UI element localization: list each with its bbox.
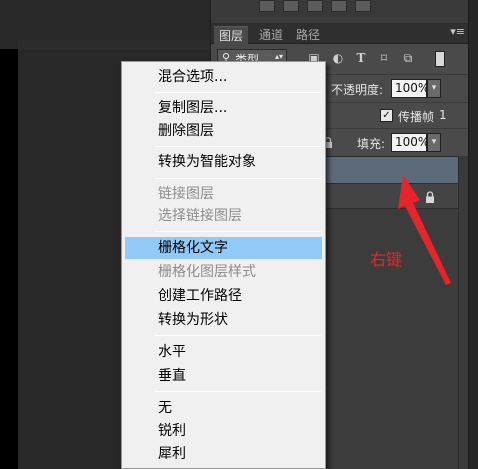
annotation-text: 右键 bbox=[370, 250, 403, 269]
menu-separator bbox=[155, 92, 321, 93]
menu-separator bbox=[155, 391, 321, 392]
menu-separator bbox=[155, 146, 321, 147]
tab-layers[interactable]: 图层 bbox=[214, 26, 249, 44]
adjustment-button[interactable] bbox=[283, 0, 299, 12]
menu-item-convert-to-smart-object[interactable]: 转换为智能对象 bbox=[125, 151, 322, 173]
menu-item-antialias-crisp[interactable]: 犀利 bbox=[125, 443, 322, 465]
menu-item-rasterize-type[interactable]: 栅格化文字 bbox=[125, 237, 322, 259]
menu-separator bbox=[155, 231, 321, 232]
fill-dropdown-icon[interactable]: ▾ bbox=[427, 133, 441, 152]
fill-input[interactable]: 100% bbox=[391, 133, 429, 152]
menu-item-rasterize-layer-style: 栅格化图层样式 bbox=[158, 264, 256, 280]
fill-label: 填充: bbox=[357, 137, 386, 151]
opacity-dropdown-icon[interactable]: ▾ bbox=[427, 79, 441, 98]
menu-item-horizontal[interactable]: 水平 bbox=[125, 341, 322, 363]
tab-paths[interactable]: 路径 bbox=[291, 26, 325, 44]
menu-item-link-layers: 链接图层 bbox=[158, 186, 214, 202]
tab-channels[interactable]: 通道 bbox=[254, 26, 288, 44]
propagate-frame-number: 1 bbox=[439, 108, 447, 122]
adjustment-button[interactable] bbox=[307, 0, 323, 12]
menu-item-vertical[interactable]: 垂直 bbox=[125, 365, 322, 387]
type-filter-icon[interactable]: T bbox=[354, 51, 368, 65]
panel-menu-icon[interactable]: ▾≡ bbox=[450, 25, 465, 38]
menu-item-antialias-none[interactable]: 无 bbox=[125, 397, 322, 419]
adjustments-strip bbox=[211, 0, 469, 24]
panel-tabbar: 图层 通道 路径 ▾≡ bbox=[211, 24, 469, 44]
context-menu: 混合选项... 复制图层... 删除图层 转换为智能对象 链接图层 选择链接图层… bbox=[121, 61, 326, 469]
propagate-label: 传播帧 bbox=[398, 110, 435, 124]
menu-item-delete-layer[interactable]: 删除图层 bbox=[125, 120, 322, 142]
adjustment-button[interactable] bbox=[259, 0, 275, 12]
menu-item-blending-options[interactable]: 混合选项... bbox=[125, 66, 322, 88]
opacity-label: 不透明度: bbox=[331, 83, 384, 97]
menu-item-antialias-sharp[interactable]: 锐利 bbox=[125, 420, 322, 442]
menu-separator bbox=[155, 335, 321, 336]
adjustment-button[interactable] bbox=[355, 0, 371, 12]
filter-toggle[interactable] bbox=[435, 51, 445, 67]
document-tab-strip bbox=[18, 40, 210, 50]
adjustment-button[interactable] bbox=[331, 0, 347, 12]
chevron-down-icon: ▴▾ bbox=[274, 52, 283, 61]
lock-icon bbox=[426, 191, 434, 203]
menu-item-create-work-path[interactable]: 创建工作路径 bbox=[125, 285, 322, 307]
propagate-checkbox[interactable]: ✓ bbox=[380, 109, 393, 122]
menu-item-duplicate-layer[interactable]: 复制图层... bbox=[125, 97, 322, 119]
menu-item-select-linked-layers: 选择链接图层 bbox=[158, 208, 242, 224]
shape-filter-icon[interactable]: ⌑ bbox=[377, 51, 391, 65]
scrollbar[interactable] bbox=[468, 0, 478, 469]
adjustment-filter-icon[interactable]: ◐ bbox=[331, 51, 345, 65]
opacity-input[interactable]: 100% bbox=[391, 79, 429, 98]
document-canvas[interactable] bbox=[0, 49, 18, 469]
menu-item-convert-to-shape[interactable]: 转换为形状 bbox=[125, 309, 322, 331]
smart-object-filter-icon[interactable]: ⧉ bbox=[401, 51, 415, 65]
menu-separator bbox=[155, 178, 321, 179]
